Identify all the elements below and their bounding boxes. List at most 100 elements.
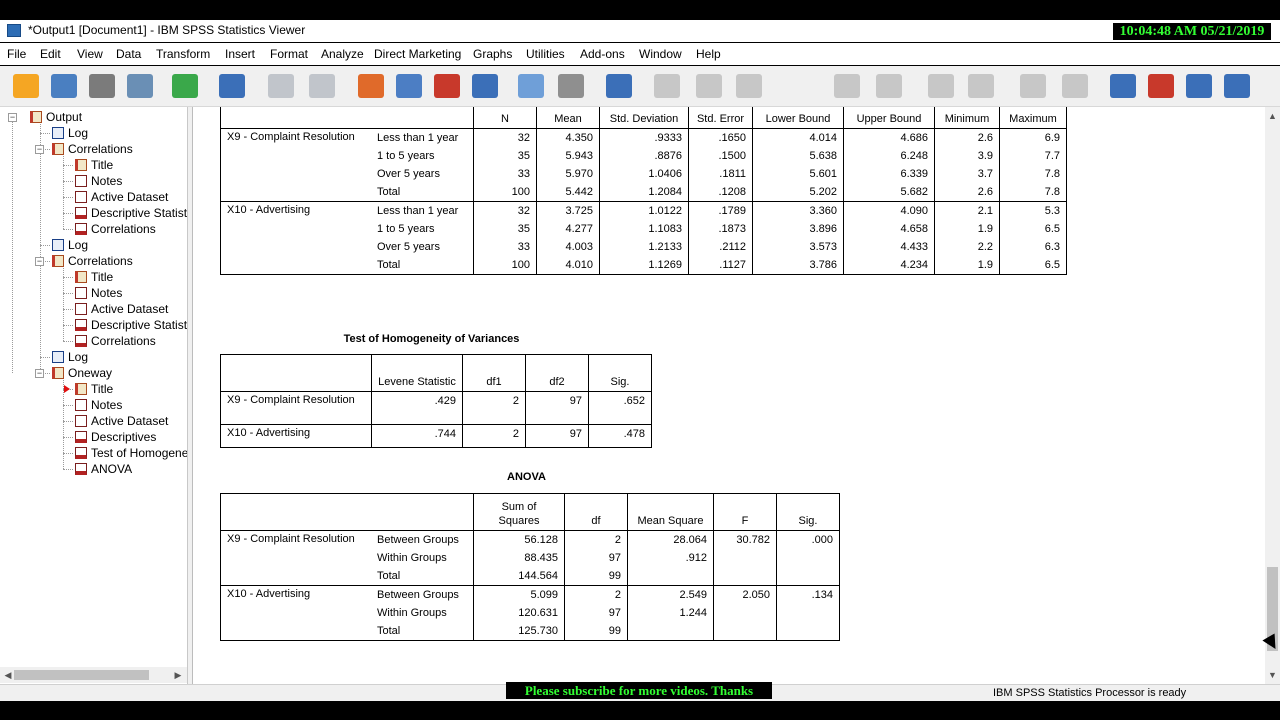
menu-file[interactable]: File	[7, 47, 26, 61]
tree-item-label: Descriptive Statist	[91, 318, 188, 332]
goto-case-icon[interactable]	[358, 74, 384, 98]
tree-item[interactable]: Oneway	[52, 365, 112, 381]
tree-item[interactable]: Correlations	[75, 221, 156, 237]
print-preview-icon[interactable]	[127, 74, 153, 98]
collapse-icon[interactable]	[968, 74, 994, 98]
menu-data[interactable]: Data	[116, 47, 141, 61]
table-cell: 97	[525, 391, 589, 425]
menu-direct-marketing[interactable]: Direct Marketing	[374, 47, 461, 61]
menu-utilities[interactable]: Utilities	[526, 47, 565, 61]
tree-item[interactable]: Title	[75, 269, 113, 285]
menu-window[interactable]: Window	[639, 47, 682, 61]
redo-icon[interactable]	[309, 74, 335, 98]
menu-analyze[interactable]: Analyze	[321, 47, 364, 61]
save-icon[interactable]	[51, 74, 77, 98]
goto-data-icon[interactable]	[219, 74, 245, 98]
tree-item[interactable]: Active Dataset	[75, 413, 168, 429]
promote-icon[interactable]	[834, 74, 860, 98]
goto-variable-icon[interactable]	[396, 74, 422, 98]
scroll-up-icon[interactable]: ▲	[1265, 109, 1280, 123]
show-icon[interactable]	[1020, 74, 1046, 98]
descriptives-table[interactable]: N Mean Std. Deviation Std. Error 95% Confide…	[220, 107, 1067, 275]
variables-icon[interactable]	[472, 74, 498, 98]
scroll-right-icon[interactable]: ▶	[172, 669, 184, 681]
tree-item[interactable]: Correlations	[52, 141, 133, 157]
insert-text-icon[interactable]	[1186, 74, 1212, 98]
tree-item[interactable]: Correlations	[52, 253, 133, 269]
tree-item[interactable]: ANOVA	[75, 461, 132, 477]
tree-item[interactable]: Test of Homogene	[75, 445, 187, 461]
undo-icon[interactable]	[268, 74, 294, 98]
table-cell: 56.128	[473, 530, 565, 549]
tree-item[interactable]: Active Dataset	[75, 301, 168, 317]
tree-item[interactable]: Log	[52, 125, 88, 141]
table-cell: 4.234	[843, 256, 935, 275]
table-cell: 32	[473, 128, 537, 147]
menu-view[interactable]: View	[77, 47, 103, 61]
table-cell: 28.064	[627, 530, 714, 549]
tree-guide	[63, 149, 64, 229]
menu-format[interactable]: Format	[270, 47, 308, 61]
tree-item[interactable]: Descriptive Statist	[75, 317, 187, 333]
import-icon[interactable]	[434, 74, 460, 98]
content-vertical-scrollbar[interactable]: ▲ ▼	[1265, 107, 1280, 684]
insert-heading-icon[interactable]	[1110, 74, 1136, 98]
window-titlebar: *Output1 [Document1] - IBM SPSS Statisti…	[0, 20, 1280, 42]
tree-item[interactable]: Title	[75, 157, 113, 173]
menu-graphs[interactable]: Graphs	[473, 47, 512, 61]
scroll-left-icon[interactable]: ◀	[2, 669, 14, 681]
tree-item[interactable]: Active Dataset	[75, 189, 168, 205]
show-all-icon[interactable]	[696, 74, 722, 98]
tree-item-label: Active Dataset	[91, 190, 169, 204]
tree-item[interactable]: Descriptive Statist	[75, 205, 187, 221]
menu-transform[interactable]: Transform	[156, 47, 210, 61]
table-cell: 4.686	[843, 128, 935, 147]
text-page-icon	[75, 303, 87, 315]
print-icon[interactable]	[89, 74, 115, 98]
script-icon[interactable]	[1224, 74, 1250, 98]
row-variable-label: X10 - Advertising	[220, 585, 371, 641]
demote-icon[interactable]	[876, 74, 902, 98]
tree-item-output[interactable]: Output	[30, 109, 82, 125]
use-sets-icon[interactable]	[654, 74, 680, 98]
tree-item[interactable]: Descriptives	[75, 429, 156, 445]
table-cell: 6.9	[999, 128, 1067, 147]
tree-item[interactable]: Notes	[75, 397, 122, 413]
tree-item[interactable]: Log	[52, 349, 88, 365]
insert-icon[interactable]	[736, 74, 762, 98]
designate-window-icon[interactable]	[518, 74, 544, 98]
collapse-icon[interactable]: −	[8, 113, 17, 122]
output-content-pane: N Mean Std. Deviation Std. Error 95% Confide…	[192, 107, 1266, 684]
table-cell: 5.3	[999, 201, 1067, 220]
expand-icon[interactable]	[928, 74, 954, 98]
hide-icon[interactable]	[1062, 74, 1088, 98]
tree-guide	[40, 357, 50, 358]
tree-item[interactable]: Notes	[75, 173, 122, 189]
menu-insert[interactable]: Insert	[225, 47, 255, 61]
insert-title-icon[interactable]	[1148, 74, 1174, 98]
collapse-icon[interactable]: −	[35, 369, 44, 378]
anova-table[interactable]: Sum of Squares df Mean Square F Sig. X9 - Com…	[220, 493, 840, 641]
menu-help[interactable]: Help	[696, 47, 721, 61]
tree-item[interactable]: Log	[52, 237, 88, 253]
open-icon[interactable]	[13, 74, 39, 98]
tree-item[interactable]: Notes	[75, 285, 122, 301]
select-cases-icon[interactable]	[558, 74, 584, 98]
table-cell	[776, 549, 840, 567]
tree-item[interactable]: Correlations	[75, 333, 156, 349]
homogeneity-table[interactable]: Levene Statistic df1 df2 Sig. X9 - Complaint…	[220, 354, 652, 448]
table-cell: .000	[776, 530, 840, 549]
scroll-thumb[interactable]	[14, 670, 149, 680]
tree-guide	[63, 325, 73, 326]
export-icon[interactable]	[172, 74, 198, 98]
menu-edit[interactable]: Edit	[40, 47, 61, 61]
scroll-down-icon[interactable]: ▼	[1265, 668, 1280, 682]
tree-item-label: Descriptive Statist	[91, 206, 188, 220]
tree-item[interactable]: Title	[75, 381, 113, 397]
menu-add-ons[interactable]: Add-ons	[580, 47, 625, 61]
value-labels-icon[interactable]	[606, 74, 632, 98]
collapse-icon[interactable]: −	[35, 145, 44, 154]
column-header-label: Mean	[554, 113, 582, 125]
collapse-icon[interactable]: −	[35, 257, 44, 266]
outline-horizontal-scrollbar[interactable]: ◀ ▶	[0, 667, 187, 683]
